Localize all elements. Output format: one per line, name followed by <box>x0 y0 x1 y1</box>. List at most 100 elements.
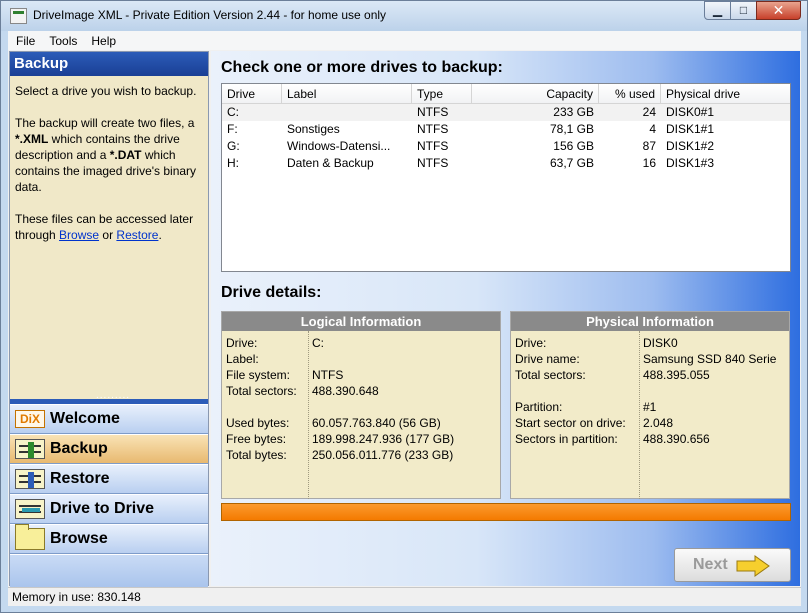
nav-filler <box>10 554 208 589</box>
dix-logo-icon: DiX <box>14 407 46 431</box>
cell-capacity: 63,7 GB <box>549 156 594 170</box>
cell-drive: C: <box>227 105 239 119</box>
logical-info-header: Logical Information <box>222 312 500 331</box>
nav-label: Restore <box>50 470 110 487</box>
cell-drive: H: <box>227 156 239 170</box>
info-value: Samsung SSD 840 Serie <box>643 352 777 366</box>
details-title: Drive details: <box>221 284 322 301</box>
column-physical[interactable]: Physical drive <box>661 84 790 103</box>
cell-physical: DISK1#1 <box>666 122 715 136</box>
info-key: Sectors in partition: <box>515 432 618 446</box>
cell-drive: F: <box>227 122 238 136</box>
title-bar[interactable]: DriveImage XML - Private Edition Version… <box>1 1 807 31</box>
restore-link[interactable]: Restore <box>116 228 158 242</box>
info-key: Partition: <box>515 400 563 414</box>
drive-list[interactable]: Drive Label Type Capacity % used Physica… <box>221 83 791 272</box>
window-title: DriveImage XML - Private Edition Version… <box>33 8 387 22</box>
dat-extension: *.DAT <box>109 148 142 162</box>
close-button[interactable]: ✕ <box>756 1 801 20</box>
info-value: 488.395.055 <box>643 368 710 382</box>
close-icon: ✕ <box>772 2 785 18</box>
table-row[interactable]: G: Windows-Datensi... NTFS 156 GB 87 DIS… <box>222 138 790 155</box>
progress-bar <box>221 503 791 521</box>
main-pane: Check one or more drives to backup: Driv… <box>211 51 800 586</box>
menu-tools[interactable]: Tools <box>42 34 84 48</box>
maximize-button[interactable]: □ <box>730 1 757 20</box>
info-key: Free bytes: <box>226 432 287 446</box>
info-key: Total bytes: <box>226 448 287 462</box>
table-row[interactable]: F: Sonstiges NTFS 78,1 GB 4 DISK1#1 <box>222 121 790 138</box>
info-value: C: <box>312 336 324 350</box>
info-value: DISK0 <box>643 336 678 350</box>
info-value: 250.056.011.776 (233 GB) <box>312 448 454 462</box>
column-label[interactable]: Label <box>282 84 412 103</box>
cell-used: 24 <box>642 105 656 119</box>
help-text-span: The backup will create two files, a <box>15 116 195 130</box>
cell-physical: DISK0#1 <box>666 105 715 119</box>
info-value: 189.998.247.936 (177 GB) <box>312 432 455 446</box>
nav-drive-to-drive[interactable]: Drive to Drive <box>10 494 208 524</box>
left-pane-title: Backup <box>10 52 208 76</box>
help-text: Select a drive you wish to backup. The b… <box>10 76 208 266</box>
nav-label: Welcome <box>50 410 120 427</box>
cell-physical: DISK1#2 <box>666 139 715 153</box>
nav-welcome[interactable]: DiX Welcome <box>10 404 208 434</box>
cell-type: NTFS <box>417 156 449 170</box>
maximize-icon: □ <box>739 3 748 17</box>
cell-used: 87 <box>642 139 656 153</box>
logical-info-panel: Logical Information Drive: C: Label: File… <box>221 311 501 499</box>
cell-capacity: 78,1 GB <box>549 122 594 136</box>
column-drive[interactable]: Drive <box>222 84 282 103</box>
menu-help[interactable]: Help <box>84 34 123 48</box>
window-controls: ▁ □ ✕ <box>704 1 801 20</box>
restore-icon <box>14 467 46 491</box>
nav-restore[interactable]: Restore <box>10 464 208 494</box>
next-button[interactable]: Next <box>674 548 791 582</box>
next-label: Next <box>693 556 728 573</box>
panel-divider <box>308 331 309 499</box>
cell-label: Windows-Datensi... <box>287 139 391 153</box>
table-row[interactable]: H: Daten & Backup NTFS 63,7 GB 16 DISK1#… <box>222 155 790 172</box>
cell-label <box>282 104 412 121</box>
drives-title: Check one or more drives to backup: <box>221 59 503 76</box>
cell-capacity: 233 GB <box>553 105 594 119</box>
cell-label: Daten & Backup <box>287 156 374 170</box>
cell-physical: DISK1#3 <box>666 156 715 170</box>
nav-label: Drive to Drive <box>50 500 155 517</box>
menu-file[interactable]: File <box>8 34 42 48</box>
left-pane: Backup Select a drive you wish to backup… <box>9 51 209 589</box>
logical-info-body: Drive: C: Label: File system: NTFS Total s… <box>222 331 500 499</box>
minimize-icon: ▁ <box>712 3 723 17</box>
drive-list-header: Drive Label Type Capacity % used Physica… <box>222 84 790 104</box>
browse-link[interactable]: Browse <box>59 228 99 242</box>
column-type[interactable]: Type <box>412 84 472 103</box>
physical-info-header: Physical Information <box>511 312 789 331</box>
info-value: 488.390.656 <box>643 432 710 446</box>
help-text-span: or <box>99 228 117 242</box>
client-area: File Tools Help Backup Select a drive yo… <box>8 31 801 606</box>
cell-type: NTFS <box>417 139 449 153</box>
column-capacity[interactable]: Capacity <box>472 84 599 103</box>
help-text-span: . <box>158 228 162 242</box>
physical-info-body: Drive: DISK0 Drive name: Samsung SSD 840 S… <box>511 331 789 499</box>
nav-backup[interactable]: Backup <box>10 434 208 464</box>
progress-fill <box>222 504 790 520</box>
info-key: Start sector on drive: <box>515 416 626 430</box>
status-bar: Memory in use: 830.148 <box>8 587 801 606</box>
table-row[interactable]: C: NTFS 233 GB 24 DISK0#1 <box>222 104 790 121</box>
folder-icon <box>14 524 46 551</box>
info-key: Label: <box>226 352 259 366</box>
cell-type: NTFS <box>417 122 449 136</box>
dix-logo-text: DiX <box>15 410 45 428</box>
nav-browse[interactable]: Browse <box>10 524 208 554</box>
nav-label: Backup <box>50 440 108 457</box>
column-used[interactable]: % used <box>599 84 661 103</box>
backup-icon <box>14 437 46 461</box>
cell-label: Sonstiges <box>287 122 340 136</box>
cell-capacity: 156 GB <box>553 139 594 153</box>
info-value: 488.390.648 <box>312 384 379 398</box>
minimize-button[interactable]: ▁ <box>704 1 731 20</box>
cell-type: NTFS <box>417 105 449 119</box>
info-key: Drive: <box>515 336 547 350</box>
info-value: #1 <box>643 400 657 414</box>
